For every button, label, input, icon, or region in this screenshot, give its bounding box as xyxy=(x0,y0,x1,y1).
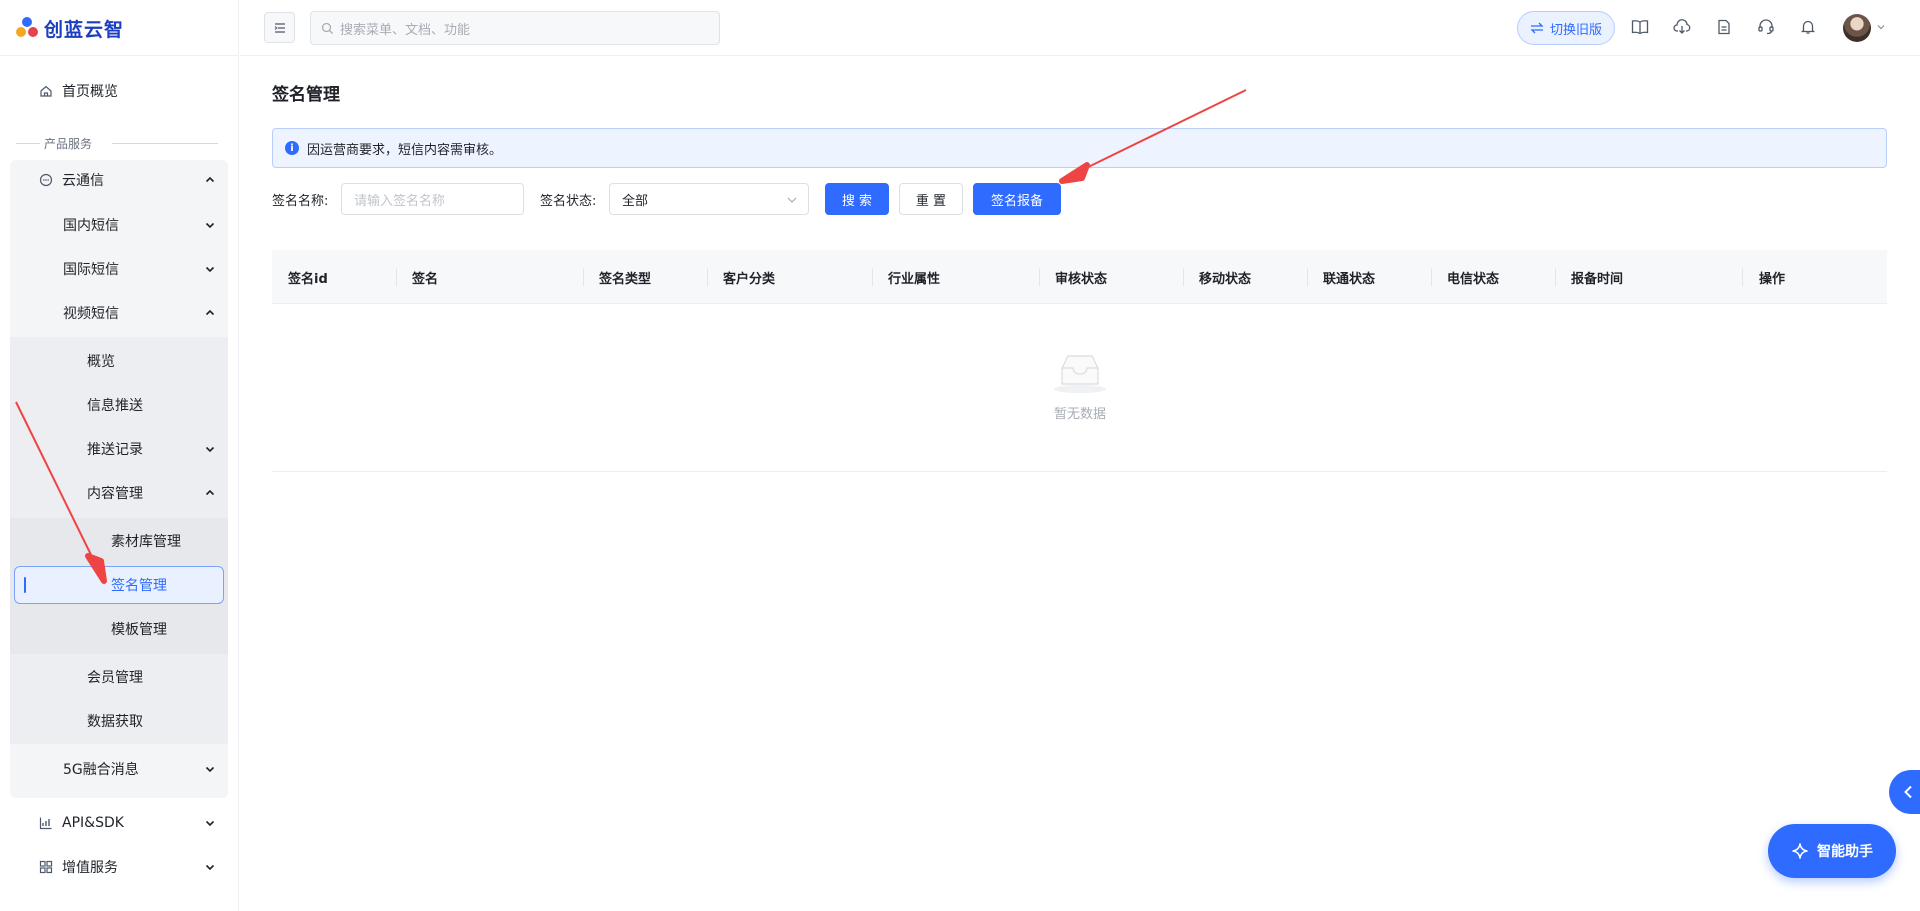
sidebar-item-video-sms[interactable]: 视频短信 xyxy=(63,293,228,333)
sidebar-item-data-fetch[interactable]: 数据获取 xyxy=(87,701,143,741)
cloud-download-icon[interactable] xyxy=(1672,17,1692,37)
chevron-down-icon xyxy=(205,820,215,827)
sidebar-item-template-mgmt[interactable]: 模板管理 xyxy=(111,609,167,649)
table-header: 签名id 签名 签名类型 客户分类 行业属性 审核状态 移动状态 联通状态 电信… xyxy=(272,250,1887,304)
signature-status-label: 签名状态: xyxy=(540,194,597,209)
notice-banner: i 因运营商要求，短信内容需审核。 xyxy=(272,128,1887,168)
document-icon[interactable] xyxy=(1714,17,1734,37)
home-icon xyxy=(38,83,54,99)
sidebar-item-domestic-sms[interactable]: 国内短信 xyxy=(63,205,228,245)
sidebar-item-content-mgmt[interactable]: 内容管理 xyxy=(87,473,228,513)
sidebar-item-material-lib[interactable]: 素材库管理 xyxy=(111,521,181,561)
sidebar-item-push[interactable]: 信息推送 xyxy=(87,385,143,425)
global-search-input[interactable]: 搜索菜单、文档、功能 xyxy=(310,11,720,45)
chevron-up-icon xyxy=(205,309,215,316)
section-label: 产品服务 xyxy=(0,133,239,153)
empty-state-text: 暂无数据 xyxy=(1053,407,1106,422)
sidebar-item-member-mgmt[interactable]: 会员管理 xyxy=(87,657,143,697)
search-icon xyxy=(321,22,333,34)
chevron-left-icon xyxy=(1904,785,1912,799)
side-panel-toggle[interactable] xyxy=(1889,770,1920,814)
chevron-down-icon xyxy=(205,446,215,453)
chevron-down-icon[interactable] xyxy=(1876,22,1886,32)
sidebar-item-5g[interactable]: 5G融合消息 xyxy=(63,749,228,789)
chevron-down-icon xyxy=(205,266,215,273)
signature-status-select[interactable]: 全部 xyxy=(609,183,809,215)
ai-assistant-button[interactable]: 智能助手 xyxy=(1768,824,1896,878)
sidebar-item-intl-sms[interactable]: 国际短信 xyxy=(63,249,228,289)
menu-toggle-button[interactable] xyxy=(264,12,295,43)
page-title: 签名管理 xyxy=(272,85,340,105)
chart-icon xyxy=(38,815,54,831)
chevron-up-icon xyxy=(205,489,215,496)
logo-icon xyxy=(14,15,40,41)
column-header[interactable]: 操作 xyxy=(1759,250,1785,304)
column-header[interactable]: 签名id xyxy=(288,250,328,304)
bell-icon[interactable] xyxy=(1798,17,1818,37)
column-header[interactable]: 移动状态 xyxy=(1199,250,1251,304)
signature-report-button[interactable]: 签名报备 xyxy=(973,183,1061,215)
search-button[interactable]: 搜 索 xyxy=(825,183,889,215)
sidebar-item-api-sdk[interactable]: API&SDK xyxy=(38,803,228,843)
sidebar-item-cloud-sms[interactable]: 云通信 xyxy=(38,160,228,200)
brand-logo[interactable]: 创蓝云智 xyxy=(14,12,124,44)
column-header[interactable]: 审核状态 xyxy=(1055,250,1107,304)
info-icon: i xyxy=(285,141,299,155)
sidebar: 创蓝云智 首页概览 产品服务 云通信 国内短信 国际短信 视频短信 概览 信息推 xyxy=(0,0,239,911)
column-header[interactable]: 签名类型 xyxy=(599,250,651,304)
signature-name-input[interactable]: 请输入签名名称 xyxy=(341,183,524,215)
brand-name: 创蓝云智 xyxy=(44,18,125,41)
chevron-down-icon xyxy=(205,222,215,229)
column-header[interactable]: 报备时间 xyxy=(1571,250,1623,304)
notice-text: 因运营商要求，短信内容需审核。 xyxy=(307,142,503,158)
column-header[interactable]: 行业属性 xyxy=(888,250,940,304)
sidebar-item-value-added[interactable]: 增值服务 xyxy=(38,847,228,887)
column-header[interactable]: 电信状态 xyxy=(1447,250,1499,304)
column-header[interactable]: 联通状态 xyxy=(1323,250,1375,304)
chevron-up-icon xyxy=(205,176,215,183)
menu-icon xyxy=(274,22,285,33)
chevron-down-icon xyxy=(205,766,215,773)
book-icon[interactable] xyxy=(1630,17,1650,37)
signature-name-label: 签名名称: xyxy=(272,194,329,209)
empty-box-icon xyxy=(1040,350,1120,398)
sparkle-icon xyxy=(1792,843,1808,859)
column-header[interactable]: 签名 xyxy=(412,250,438,304)
chevron-down-icon xyxy=(787,197,797,203)
sidebar-item-push-records[interactable]: 推送记录 xyxy=(87,429,228,469)
user-avatar[interactable] xyxy=(1843,14,1871,42)
swap-icon xyxy=(1530,22,1544,34)
sidebar-item-overview[interactable]: 概览 xyxy=(87,341,115,381)
chat-icon xyxy=(38,172,54,188)
reset-button[interactable]: 重 置 xyxy=(899,183,963,215)
switch-old-version-button[interactable]: 切换旧版 xyxy=(1517,11,1615,45)
chevron-down-icon xyxy=(205,864,215,871)
sidebar-item-signature-mgmt[interactable]: 签名管理 xyxy=(111,565,167,605)
column-header[interactable]: 客户分类 xyxy=(723,250,775,304)
headset-icon[interactable] xyxy=(1756,17,1776,37)
grid-icon xyxy=(38,859,54,875)
sidebar-item-label: 首页概览 xyxy=(62,84,118,100)
sidebar-item-home[interactable]: 首页概览 xyxy=(38,71,118,111)
